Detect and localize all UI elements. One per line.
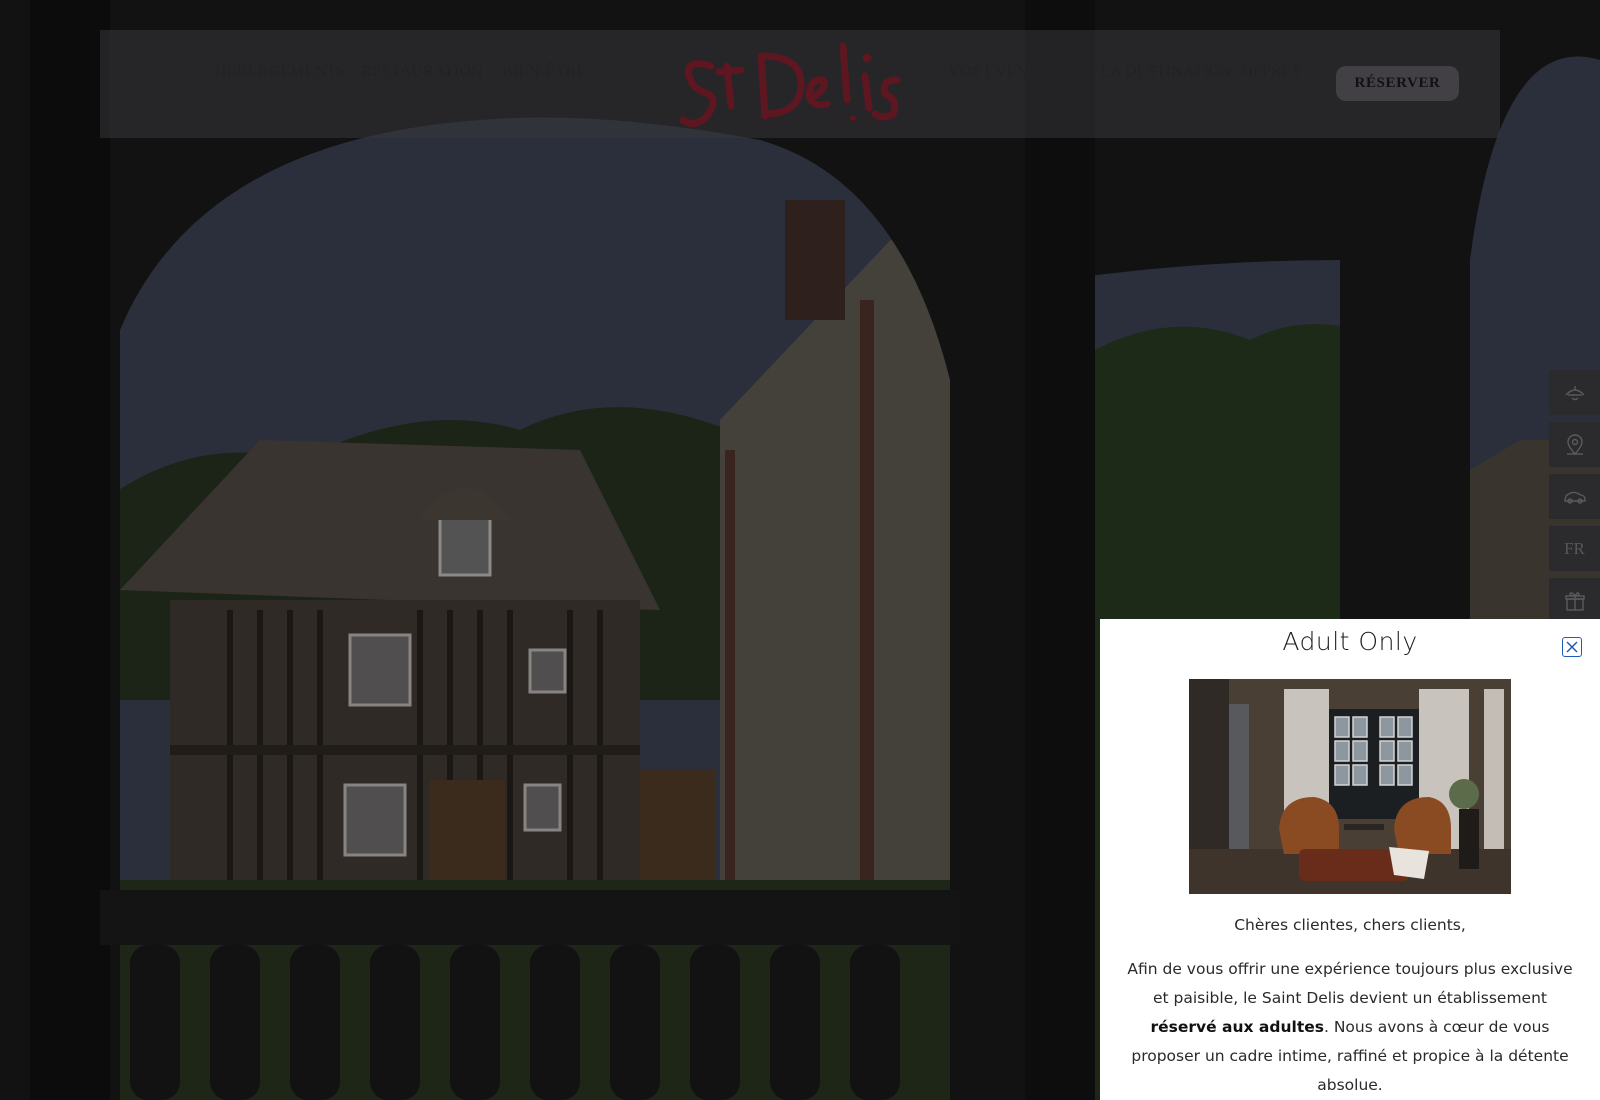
adult-only-popup: Adult Only Chères clientes, chers client…	[1100, 619, 1600, 1100]
nav-offres[interactable]: OFFRES	[1241, 63, 1301, 81]
lounge-room-photo	[1189, 679, 1511, 894]
reserve-button[interactable]: RÉSERVER	[1336, 66, 1459, 101]
logo-tagline: HÔTEL SAINT DELIS · LA MAISON DU CÔTÉ DE…	[722, 122, 888, 128]
side-car-button[interactable]	[1549, 474, 1600, 519]
popup-message-highlight: réservé aux adultes	[1150, 1018, 1324, 1036]
side-gift-button[interactable]	[1549, 578, 1600, 623]
language-label: FR	[1564, 538, 1585, 558]
side-language-button[interactable]: FR	[1549, 526, 1600, 571]
popup-message: Afin de vous offrir une expérience toujo…	[1120, 955, 1580, 1100]
nav-bien-etre[interactable]: BIEN-ÊTRE	[502, 63, 586, 81]
location-pin-icon	[1566, 433, 1583, 455]
nav-vos-evenements[interactable]: VOS ÉVÈNEMENTS	[948, 63, 1093, 81]
side-spa-button[interactable]	[1549, 370, 1600, 415]
nav-la-destination[interactable]: LA DESTINATION	[1100, 63, 1232, 81]
popup-message-intro: Afin de vous offrir une expérience toujo…	[1127, 960, 1573, 1007]
popup-greeting: Chères clientes, chers clients,	[1234, 916, 1466, 934]
saint-delis-logo[interactable]	[675, 36, 925, 132]
close-icon	[1566, 641, 1578, 653]
popup-title: Adult Only	[1282, 627, 1418, 656]
car-icon	[1563, 491, 1586, 504]
side-location-button[interactable]	[1549, 422, 1600, 467]
gift-icon	[1564, 591, 1585, 611]
reserve-button-label: RÉSERVER	[1354, 75, 1441, 91]
nav-restauration[interactable]: RESTAURATION	[361, 63, 483, 81]
popup-close-button[interactable]	[1562, 637, 1582, 657]
spa-icon	[1564, 385, 1585, 400]
nav-hebergements[interactable]: HÉBERGEMENTS	[215, 63, 345, 81]
